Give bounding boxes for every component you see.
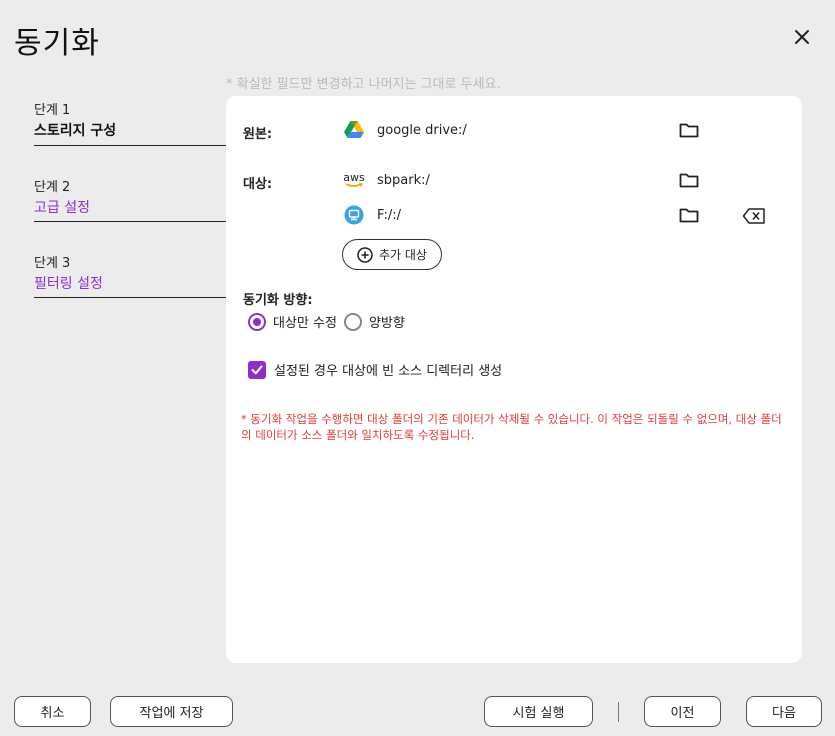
radio-bidirectional-label: 양방향 [368, 316, 405, 331]
source-path: google drive:/ [377, 123, 467, 138]
footer-divider [618, 702, 619, 722]
step-3-name: 필터링 설정 [34, 276, 103, 292]
dialog-title: 동기화 [14, 26, 100, 61]
radio-bidirectional[interactable]: 양방향 [343, 312, 405, 331]
add-target-label: 추가 대상 [379, 248, 427, 262]
step-list: 단계 1 스토리지 구성 단계 2 고급 설정 단계 3 필터링 설정 [34, 97, 226, 298]
source-label: 원본: [243, 127, 273, 142]
google-drive-icon [343, 119, 365, 141]
target-1-path: sbpark:/ [377, 173, 430, 188]
target-label: 대상: [243, 177, 273, 192]
target-1-folder-icon[interactable] [679, 172, 699, 190]
radio-target-only-dot [248, 312, 266, 331]
next-button[interactable]: 다음 [746, 696, 822, 727]
previous-button[interactable]: 이전 [644, 696, 721, 727]
target-2-folder-icon[interactable] [679, 207, 699, 225]
step-3[interactable]: 단계 3 필터링 설정 [34, 222, 226, 298]
create-empty-dirs-checkbox[interactable]: 설정된 경우 대상에 빈 소스 디렉터리 생성 [248, 360, 502, 379]
step-2-name: 고급 설정 [34, 200, 90, 216]
plus-circle-icon [357, 246, 373, 263]
step-2-number: 단계 2 [34, 180, 71, 195]
create-empty-dirs-label: 설정된 경우 대상에 빈 소스 디렉터리 생성 [274, 364, 503, 379]
radio-target-only[interactable]: 대상만 수정 [248, 312, 337, 331]
sync-direction-label: 동기화 방향: [243, 293, 313, 308]
storage-config-panel: 원본: google drive:/ 대상: aws sbpark:/ F:/:… [226, 96, 802, 663]
local-drive-icon [343, 204, 365, 226]
aws-icon: aws [343, 169, 365, 191]
remove-target-icon[interactable] [742, 207, 766, 225]
save-to-job-button[interactable]: 작업에 저장 [110, 696, 233, 727]
step-1[interactable]: 단계 1 스토리지 구성 [34, 97, 226, 146]
checkmark-icon [248, 360, 266, 379]
sync-warning-text: * 동기화 작업을 수행하면 대상 폴더의 기존 데이터가 삭제될 수 있습니다… [241, 412, 782, 442]
radio-target-only-label: 대상만 수정 [273, 316, 337, 331]
sync-direction-group: 대상만 수정 양방향 [248, 312, 412, 331]
aws-icon-text: aws [343, 170, 365, 184]
add-target-button[interactable]: 추가 대상 [342, 239, 442, 270]
edit-hint: * 확실한 필드만 변경하고 나머지는 그대로 두세요. [226, 77, 501, 92]
radio-bidirectional-dot [343, 312, 362, 331]
cancel-button[interactable]: 취소 [14, 696, 91, 727]
source-folder-icon[interactable] [679, 122, 699, 140]
step-1-name: 스토리지 구성 [34, 123, 117, 139]
target-2-path: F:/:/ [377, 208, 401, 223]
step-1-number: 단계 1 [34, 103, 71, 118]
test-run-button[interactable]: 시험 실행 [484, 696, 593, 727]
step-2[interactable]: 단계 2 고급 설정 [34, 146, 226, 222]
close-icon[interactable] [790, 25, 814, 49]
step-3-number: 단계 3 [34, 256, 71, 271]
